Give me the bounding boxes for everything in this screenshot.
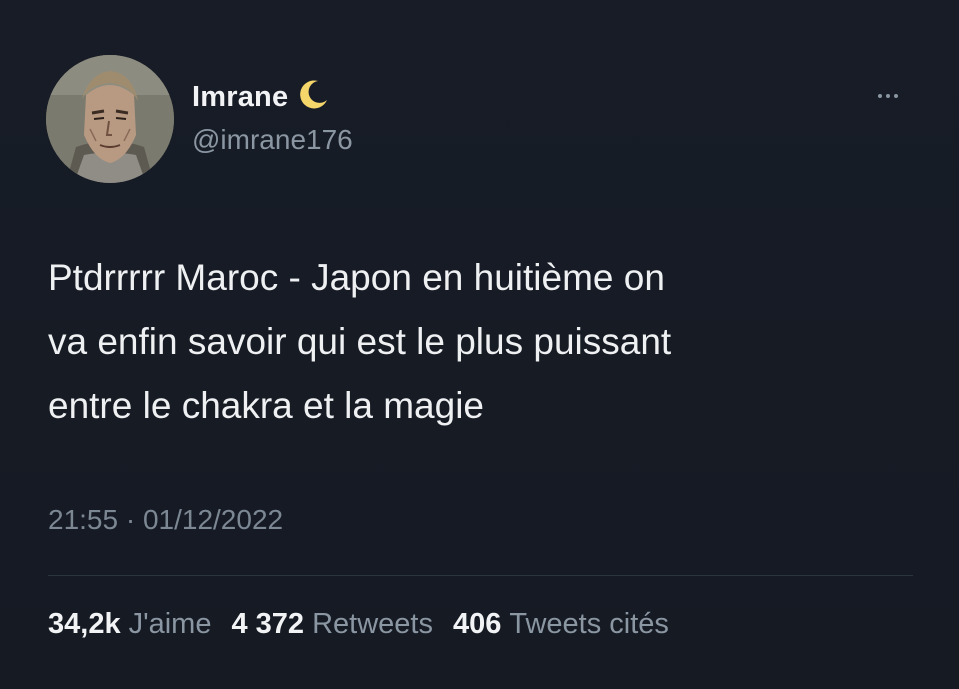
engagement-stats: 34,2k J'aime 4 372 Retweets 406 Tweets c… — [48, 608, 689, 641]
likes-stat[interactable]: 34,2k J'aime — [48, 608, 211, 641]
tweet-text-line: va enfin savoir qui est le plus puissant — [48, 321, 672, 362]
user-handle[interactable]: @imrane176 — [192, 124, 353, 156]
crescent-moon-icon — [296, 78, 330, 117]
retweets-count: 4 372 — [231, 608, 305, 640]
tweet-text-line: entre le chakra et la magie — [48, 385, 485, 426]
dot-icon — [878, 94, 882, 98]
quotes-label: Tweets cités — [509, 608, 669, 640]
more-options-icon[interactable] — [866, 86, 910, 106]
dot-icon — [886, 94, 890, 98]
likes-count: 34,2k — [48, 608, 121, 640]
avatar-image — [46, 55, 174, 183]
tweet-text-line: Ptdrrrrr Maroc - Japon en huitième on — [48, 257, 665, 298]
avatar[interactable] — [46, 55, 174, 183]
display-name[interactable]: Imrane — [192, 81, 288, 114]
retweets-stat[interactable]: 4 372 Retweets — [231, 608, 432, 641]
author-name-row[interactable]: Imrane — [192, 78, 330, 117]
tweet-text: Ptdrrrrr Maroc - Japon en huitième on va… — [48, 246, 928, 438]
retweets-label: Retweets — [312, 608, 433, 640]
tweet-card: Imrane @imrane176 Ptdrrrrr Maroc - Japon… — [0, 0, 959, 689]
likes-label: J'aime — [128, 608, 212, 640]
tweet-timestamp[interactable]: 21:55 · 01/12/2022 — [48, 504, 283, 536]
quotes-count: 406 — [452, 608, 502, 640]
divider — [48, 575, 913, 576]
quotes-stat[interactable]: 406 Tweets cités — [453, 608, 669, 641]
dot-icon — [894, 94, 898, 98]
